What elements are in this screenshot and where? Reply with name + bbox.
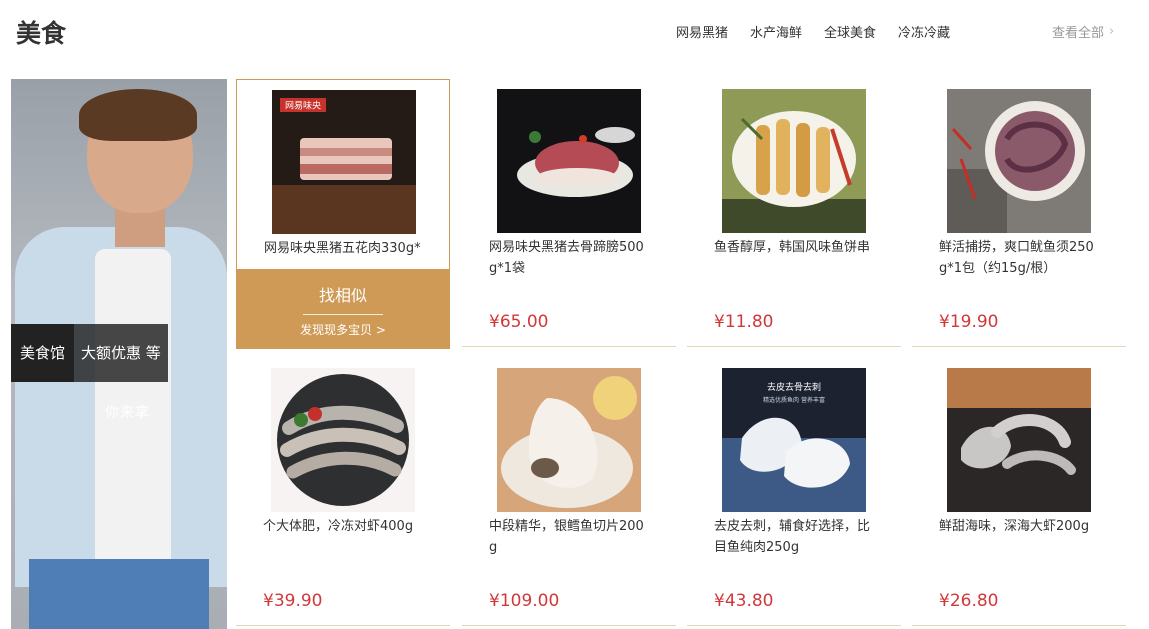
banner-subtitle: 你来拿 [105,405,150,421]
banner-tag-left: 美食馆 [11,324,75,382]
product-card[interactable]: 鲜甜海味，深海大虾200g ¥26.80 [912,358,1126,626]
product-card[interactable]: 网易味央黑猪去骨蹄膀500g*1袋 ¥65.00 [462,79,676,347]
product-card[interactable]: 个大体肥，冷冻对虾400g ¥39.90 [236,358,450,626]
view-all-link[interactable]: 查看全部 › [1052,22,1114,41]
product-card[interactable]: 中段精华，银鳕鱼切片200g ¥109.00 [462,358,676,626]
category-nav: 网易黑猪 水产海鲜 全球美食 冷冻冷藏 [676,22,950,41]
product-price: ¥43.80 [714,591,774,611]
product-name: 鱼香醇厚，韩国风味鱼饼串 [714,240,871,255]
find-similar-subtitle[interactable]: 发现现多宝贝 > [237,321,449,338]
product-price: ¥39.90 [263,591,323,611]
product-name: 网易味央黑猪去骨蹄膀500g*1袋 [489,240,644,276]
product-price: ¥109.00 [489,591,560,611]
product-card[interactable]: 网易味央 网易味央黑猪五花肉330g*1袋 找相似 发现现多宝贝 > [236,79,450,349]
view-all-label: 查看全部 [1052,26,1105,41]
product-name: 鲜甜海味，深海大虾200g [939,519,1090,534]
product-price: ¥11.80 [714,312,774,332]
promo-banner[interactable]: 美食馆 大额优惠 等 你来拿 [11,79,227,629]
product-price: ¥19.90 [939,312,999,332]
product-card[interactable]: 去皮去骨去刺 精选优质鱼肉 营养丰富 去皮去刺，辅食好选择，比目鱼纯肉250g … [687,358,901,626]
find-similar-overlay[interactable]: 找相似 发现现多宝贝 > [237,269,449,348]
product-image [947,89,1091,233]
category-link-seafood[interactable]: 水产海鲜 [750,22,802,41]
product-image [722,89,866,233]
product-image [497,368,641,512]
product-name: 鲜活捕捞，爽口鱿鱼须250g*1包（约15g/根） [939,240,1094,276]
fish-image-caption: 去皮去骨去刺 [767,381,821,393]
product-image [497,89,641,233]
banner-tag: 美食馆 大额优惠 等 [11,324,168,382]
product-name: 网易味央黑猪五花肉330g*1袋 [264,241,421,256]
product-image [271,368,415,512]
pork-brand-logo: 网易味央 [285,100,321,112]
product-name: 个大体肥，冷冻对虾400g [263,519,414,534]
product-name: 去皮去刺，辅食好选择，比目鱼纯肉250g [714,519,871,555]
product-image: 去皮去骨去刺 精选优质鱼肉 营养丰富 [722,368,866,512]
category-link-heizhu[interactable]: 网易黑猪 [676,22,728,41]
product-image: 网易味央 [272,90,416,234]
product-name: 中段精华，银鳕鱼切片200g [489,519,644,555]
product-price: ¥65.00 [489,312,549,332]
find-similar-title: 找相似 [318,286,367,305]
section-title: 美食 [16,19,67,48]
fish-image-subcaption: 精选优质鱼肉 营养丰富 [763,396,825,404]
product-image [947,368,1091,512]
product-price: ¥26.80 [939,591,999,611]
category-link-global[interactable]: 全球美食 [824,22,876,41]
chevron-right-icon: › [1109,24,1115,39]
banner-tag-right: 大额优惠 等 [74,324,168,382]
overlay-divider [303,314,383,315]
product-card[interactable]: 鱼香醇厚，韩国风味鱼饼串 ¥11.80 [687,79,901,347]
category-link-frozen[interactable]: 冷冻冷藏 [898,22,950,41]
product-card[interactable]: 鲜活捕捞，爽口鱿鱼须250g*1包（约15g/根） ¥19.90 [912,79,1126,347]
